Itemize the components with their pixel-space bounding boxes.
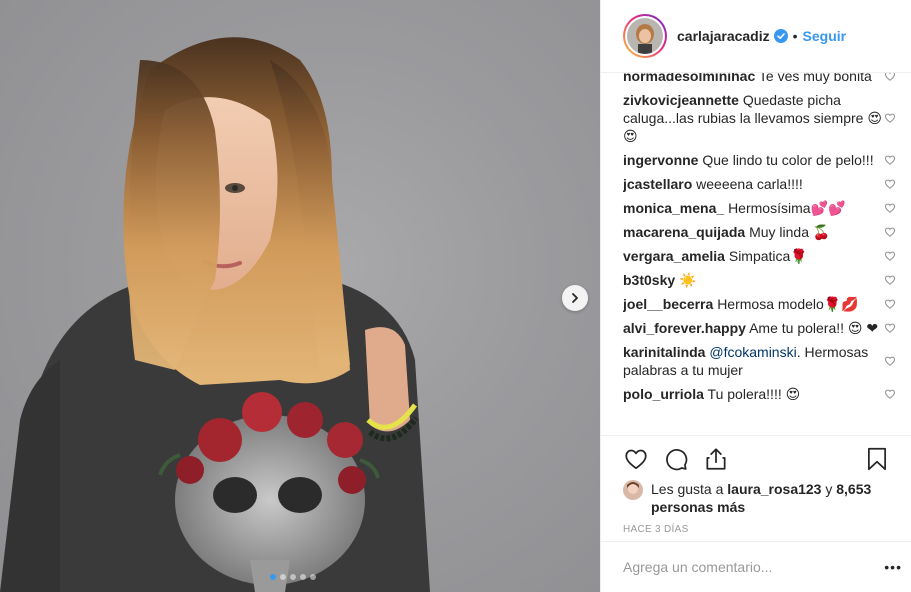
comment-text: Ame tu polera!! 😍 ❤ xyxy=(749,320,879,336)
carousel-dot xyxy=(270,574,276,580)
comment-row: b3t0sky ☀️ xyxy=(623,271,911,289)
comment-row: zivkovicjeannette Quedaste picha caluga.… xyxy=(623,91,911,145)
liker-avatar xyxy=(623,480,643,500)
comment-row: monica_mena_ Hermosísima💕💕 xyxy=(623,199,911,217)
comment-text: Muy linda 🍒 xyxy=(749,224,831,240)
comment-row: polo_urriola Tu polera!!!! 😍 xyxy=(623,385,911,403)
comment-row: normadesolminihac Te ves muy bonita xyxy=(623,73,911,85)
post-header: carlajaracadiz • Seguir xyxy=(601,0,911,73)
more-options-icon[interactable]: ••• xyxy=(884,559,902,575)
comment-username[interactable]: b3t0sky xyxy=(623,272,675,288)
comment-username[interactable]: zivkovicjeannette xyxy=(623,92,739,108)
likes-prefix: Les gusta a xyxy=(651,481,724,497)
post-timestamp[interactable]: HACE 3 DÍAS xyxy=(623,524,890,535)
avatar-image xyxy=(627,18,663,54)
comment-username[interactable]: polo_urriola xyxy=(623,386,704,402)
comment-text: Hermosísima💕💕 xyxy=(728,200,846,216)
comment-text: weeeena carla!!!! xyxy=(696,176,803,192)
action-icons xyxy=(623,436,890,482)
comment-like-heart-icon[interactable] xyxy=(884,355,896,367)
avatar[interactable] xyxy=(623,14,667,58)
comment-like-heart-icon[interactable] xyxy=(884,178,896,190)
comment-row: alvi_forever.happy Ame tu polera!! 😍 ❤ xyxy=(623,319,911,337)
comments-list: normadesolminihac Te ves muy bonita zivko… xyxy=(623,73,911,403)
comment-like-heart-icon[interactable] xyxy=(884,250,896,262)
comment-text: Simpatica🌹 xyxy=(728,248,808,264)
comment-username[interactable]: normadesolminihac xyxy=(623,73,755,84)
comment-row: macarena_quijada Muy linda 🍒 xyxy=(623,223,911,241)
comment-like-heart-icon[interactable] xyxy=(884,73,896,82)
comment-like-heart-icon[interactable] xyxy=(884,298,896,310)
comment-like-heart-icon[interactable] xyxy=(884,202,896,214)
comment-like-heart-icon[interactable] xyxy=(884,112,896,124)
chevron-right-icon xyxy=(572,293,578,303)
comment-row: karinitalinda @fcokaminski. Hermosas pal… xyxy=(623,343,911,379)
comment-row: jcastellaro weeeena carla!!!! xyxy=(623,175,911,193)
likes-summary[interactable]: Les gusta a laura_rosa123 y 8,653 person… xyxy=(623,480,890,516)
comment-like-heart-icon[interactable] xyxy=(884,154,896,166)
carousel-dot xyxy=(290,574,296,580)
avatar-inner xyxy=(625,16,665,56)
comment-mention[interactable]: @fcokaminski xyxy=(709,344,796,360)
carousel-dot xyxy=(310,574,316,580)
comment-like-heart-icon[interactable] xyxy=(884,322,896,334)
add-comment-bar: ••• xyxy=(601,541,911,592)
post-sidebar: carlajaracadiz • Seguir normadesolminiha… xyxy=(600,0,911,592)
comment-username[interactable]: monica_mena_ xyxy=(623,200,724,216)
post-actions: Les gusta a laura_rosa123 y 8,653 person… xyxy=(601,435,911,535)
comment-username[interactable]: alvi_forever.happy xyxy=(623,320,746,336)
comment-text: Te ves muy bonita xyxy=(758,73,872,84)
comment-row: joel__becerra Hermosa modelo🌹💋 xyxy=(623,295,911,313)
likes-connector: y xyxy=(825,481,833,497)
comment-text: Tu polera!!!! 😍 xyxy=(707,386,801,402)
comment-like-heart-icon[interactable] xyxy=(884,274,896,286)
comment-like-heart-icon[interactable] xyxy=(884,226,896,238)
comment-text: Que lindo tu color de pelo!!! xyxy=(702,152,874,168)
comment-bubble-icon[interactable] xyxy=(663,446,689,472)
comment-username[interactable]: ingervonne xyxy=(623,152,698,168)
likes-text: Les gusta a laura_rosa123 y 8,653 person… xyxy=(651,480,890,516)
comment-row: ingervonne Que lindo tu color de pelo!!! xyxy=(623,151,911,169)
comments-section[interactable]: normadesolminihac Te ves muy bonita zivko… xyxy=(623,73,911,435)
carousel-dot xyxy=(300,574,306,580)
like-heart-icon[interactable] xyxy=(623,446,649,472)
carousel-dot xyxy=(280,574,286,580)
post-photo xyxy=(0,0,600,592)
photo-image xyxy=(0,37,430,592)
save-bookmark-icon[interactable] xyxy=(864,446,890,472)
comment-username[interactable]: macarena_quijada xyxy=(623,224,745,240)
comment-text: Hermosa modelo🌹💋 xyxy=(717,296,859,312)
comment-input[interactable] xyxy=(623,559,885,575)
comment-like-heart-icon[interactable] xyxy=(884,388,896,400)
comment-text: ☀️ xyxy=(679,272,697,288)
comment-username[interactable]: vergara_amelia xyxy=(623,248,725,264)
next-photo-button[interactable] xyxy=(562,285,588,311)
share-icon[interactable] xyxy=(703,446,729,472)
header-separator: • xyxy=(792,28,798,44)
comment-username[interactable]: karinitalinda xyxy=(623,344,705,360)
carousel-dots xyxy=(270,574,316,580)
follow-button[interactable]: Seguir xyxy=(803,28,847,44)
comment-username[interactable]: jcastellaro xyxy=(623,176,692,192)
verified-badge-icon xyxy=(773,29,788,43)
instagram-post: carlajaracadiz • Seguir normadesolminiha… xyxy=(0,0,911,592)
comment-username[interactable]: joel__becerra xyxy=(623,296,713,312)
username-link[interactable]: carlajaracadiz xyxy=(677,28,770,44)
comment-row: vergara_amelia Simpatica🌹 xyxy=(623,247,911,265)
liker-username[interactable]: laura_rosa123 xyxy=(727,481,821,497)
